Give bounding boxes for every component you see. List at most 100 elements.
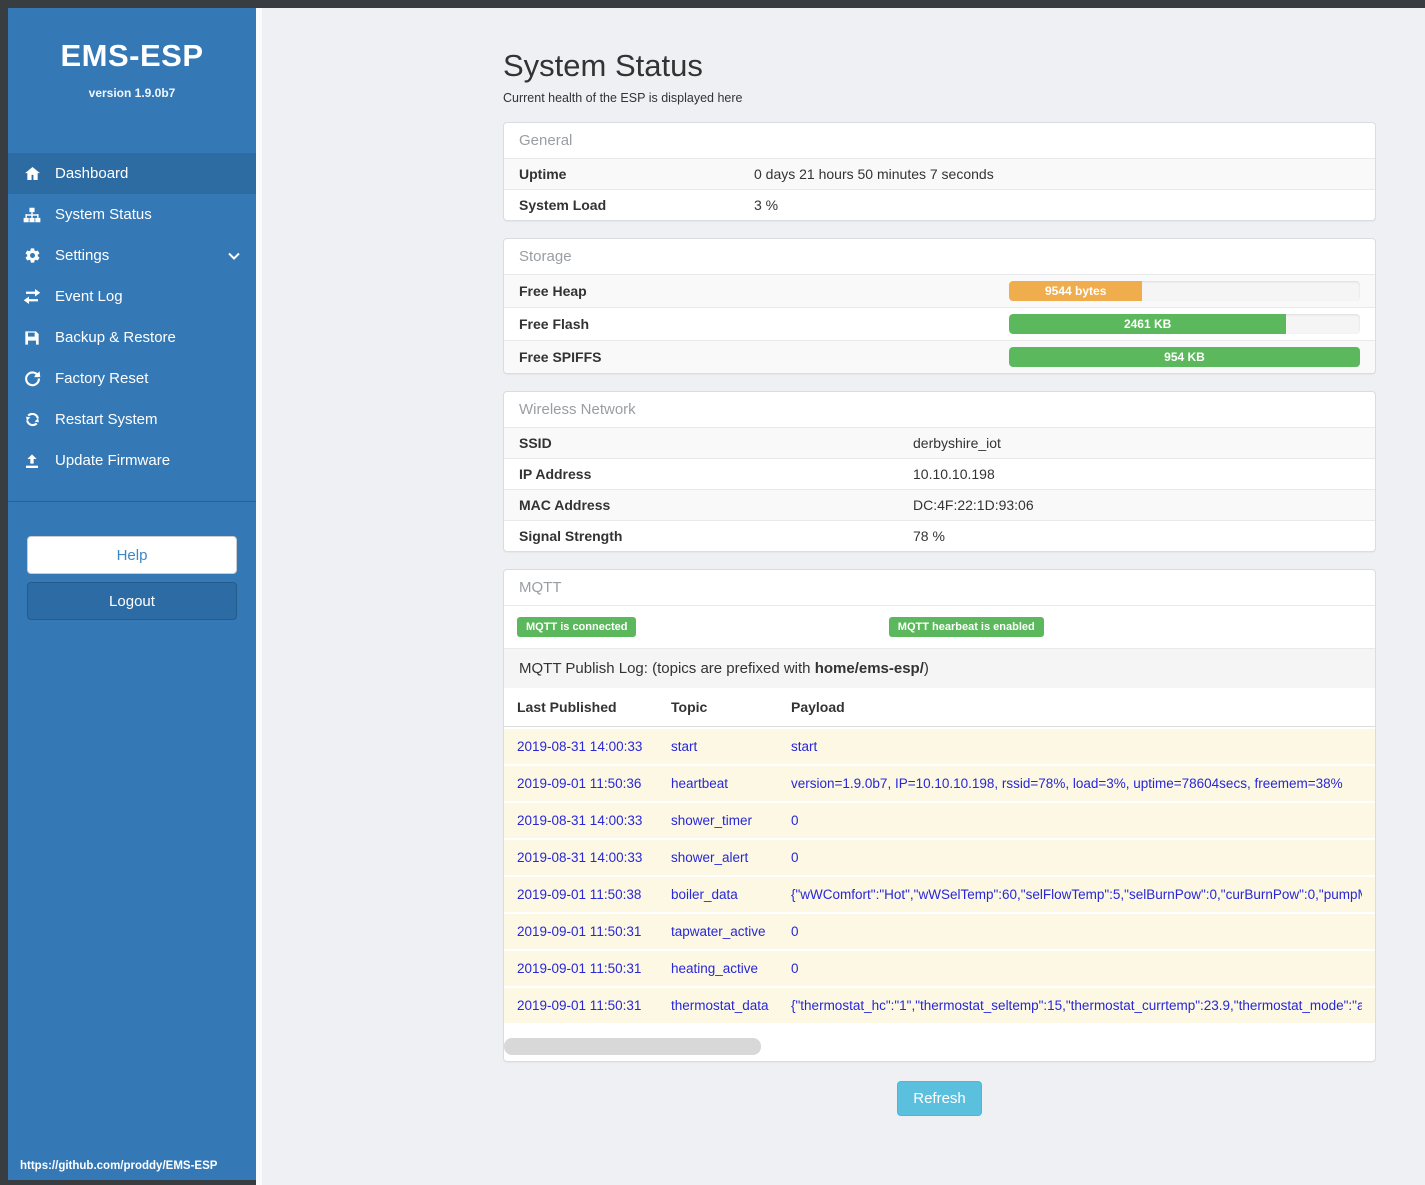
free-spiffs-value: 954 KB [1164, 350, 1205, 364]
log-date: 2019-09-01 11:50:31 [517, 961, 671, 976]
page-title: System Status [503, 48, 1376, 84]
sidebar-item-dashboard[interactable]: Dashboard [8, 153, 256, 194]
ems-esp-app: EMS-ESP version 1.9.0b7 Dashboard System… [0, 0, 1425, 1185]
log-date: 2019-09-01 11:50:38 [517, 887, 671, 902]
log-payload: {"thermostat_hc":"1","thermostat_seltemp… [791, 998, 1362, 1013]
table-row: 2019-08-31 14:00:33 shower_timer 0 [504, 803, 1375, 838]
free-flash-progressbar: 2461 KB [1009, 314, 1360, 334]
window-frame-left [0, 0, 8, 1185]
mqtt-badges-row: MQTT is connected MQTT hearbeat is enabl… [504, 605, 1375, 648]
log-payload: 0 [791, 850, 1362, 865]
free-spiffs-progressbar: 954 KB [1009, 347, 1360, 367]
sidebar-item-label: Restart System [55, 411, 158, 428]
free-spiffs-bar-fill: 954 KB [1009, 347, 1360, 367]
help-button[interactable]: Help [27, 536, 237, 574]
table-row: 2019-09-01 11:50:31 heating_active 0 [504, 951, 1375, 986]
app-title: EMS-ESP [8, 38, 256, 74]
publish-log-suffix: ) [924, 660, 929, 677]
sidebar-item-label: Update Firmware [55, 452, 170, 469]
log-payload: 0 [791, 813, 1362, 828]
mac-address-row: MAC Address DC:4F:22:1D:93:06 [504, 489, 1375, 520]
log-topic: shower_alert [671, 850, 791, 865]
sidebar-item-label: Settings [55, 247, 109, 264]
mqtt-heartbeat-badge: MQTT hearbeat is enabled [889, 617, 1044, 637]
rotate-right-icon [22, 370, 42, 388]
system-load-row: System Load 3 % [504, 189, 1375, 220]
sidebar-item-restart-system[interactable]: Restart System [8, 399, 256, 440]
free-flash-label: Free Flash [519, 316, 1009, 332]
table-row: 2019-09-01 11:50:31 thermostat_data {"th… [504, 988, 1375, 1023]
log-topic: shower_timer [671, 813, 791, 828]
free-heap-row: Free Heap 9544 bytes [504, 274, 1375, 307]
general-panel: General Uptime 0 days 21 hours 50 minute… [503, 122, 1376, 221]
publish-log-topic-prefix: home/ems-esp/ [815, 660, 924, 677]
horizontal-scrollbar[interactable] [504, 1038, 1375, 1055]
log-date: 2019-09-01 11:50:31 [517, 998, 671, 1013]
chevron-down-icon [228, 247, 240, 264]
col-header-topic: Topic [671, 699, 791, 715]
mqtt-heartbeat-cell: MQTT hearbeat is enabled [889, 617, 1261, 637]
log-topic: tapwater_active [671, 924, 791, 939]
signal-strength-value: 78 % [913, 528, 945, 544]
ssid-row: SSID derbyshire_iot [504, 427, 1375, 458]
log-date: 2019-08-31 14:00:33 [517, 850, 671, 865]
log-topic: heartbeat [671, 776, 791, 791]
free-flash-value: 2461 KB [1124, 317, 1171, 331]
logout-button[interactable]: Logout [27, 582, 237, 620]
github-link[interactable]: https://github.com/proddy/EMS-ESP [20, 1160, 217, 1172]
signal-strength-label: Signal Strength [519, 528, 913, 544]
uptime-label: Uptime [519, 166, 754, 182]
refresh-button[interactable]: Refresh [897, 1081, 982, 1116]
mqtt-panel-title: MQTT [504, 570, 1375, 605]
mac-address-value: DC:4F:22:1D:93:06 [913, 497, 1034, 513]
free-heap-progressbar: 9544 bytes [1009, 281, 1360, 301]
wireless-panel-title: Wireless Network [504, 392, 1375, 427]
mqtt-connected-badge: MQTT is connected [517, 617, 636, 637]
brand: EMS-ESP version 1.9.0b7 [8, 8, 256, 100]
table-row: 2019-09-01 11:50:36 heartbeat version=1.… [504, 766, 1375, 801]
log-topic: thermostat_data [671, 998, 791, 1013]
col-header-last-published: Last Published [517, 699, 671, 715]
gear-icon [22, 247, 42, 265]
log-payload: version=1.9.0b7, IP=10.10.10.198, rssid=… [791, 776, 1362, 791]
sidebar-item-update-firmware[interactable]: Update Firmware [8, 440, 256, 481]
ip-address-row: IP Address 10.10.10.198 [504, 458, 1375, 489]
sidebar-divider [8, 501, 256, 502]
storage-panel: Storage Free Heap 9544 bytes Free Flash … [503, 238, 1376, 374]
sidebar-item-label: Backup & Restore [55, 329, 176, 346]
uptime-row: Uptime 0 days 21 hours 50 minutes 7 seco… [504, 158, 1375, 189]
log-payload: start [791, 739, 1362, 754]
sidebar-item-event-log[interactable]: Event Log [8, 276, 256, 317]
free-spiffs-label: Free SPIFFS [519, 349, 1009, 365]
sidebar-item-system-status[interactable]: System Status [8, 194, 256, 235]
log-date: 2019-08-31 14:00:33 [517, 739, 671, 754]
system-load-value: 3 % [754, 197, 778, 213]
sidebar-item-label: Factory Reset [55, 370, 148, 387]
uptime-value: 0 days 21 hours 50 minutes 7 seconds [754, 166, 994, 182]
content: System Status Current health of the ESP … [503, 48, 1376, 1146]
sidebar-item-settings[interactable]: Settings [8, 235, 256, 276]
sidebar-item-factory-reset[interactable]: Factory Reset [8, 358, 256, 399]
mqtt-publish-log-header: MQTT Publish Log: (topics are prefixed w… [504, 648, 1375, 688]
storage-panel-title: Storage [504, 239, 1375, 274]
mqtt-connected-cell: MQTT is connected [517, 617, 889, 637]
log-date: 2019-09-01 11:50:31 [517, 924, 671, 939]
exchange-icon [22, 288, 42, 306]
scrollbar-thumb[interactable] [504, 1038, 761, 1055]
ip-address-label: IP Address [519, 466, 913, 482]
table-row: 2019-09-01 11:50:38 boiler_data {"wWComf… [504, 877, 1375, 912]
log-payload: 0 [791, 924, 1362, 939]
sidebar-nav: Dashboard System Status Settings [8, 153, 256, 481]
col-header-payload: Payload [791, 699, 1362, 715]
free-flash-bar-fill: 2461 KB [1009, 314, 1286, 334]
free-spiffs-row: Free SPIFFS 954 KB [504, 340, 1375, 373]
sidebar: EMS-ESP version 1.9.0b7 Dashboard System… [8, 8, 256, 1180]
free-heap-bar-fill: 9544 bytes [1009, 281, 1142, 301]
save-icon [22, 329, 42, 347]
table-row: 2019-08-31 14:00:33 shower_alert 0 [504, 840, 1375, 875]
general-panel-title: General [504, 123, 1375, 158]
mqtt-panel: MQTT MQTT is connected MQTT hearbeat is … [503, 569, 1376, 1062]
free-heap-label: Free Heap [519, 283, 1009, 299]
sidebar-item-backup-restore[interactable]: Backup & Restore [8, 317, 256, 358]
ssid-label: SSID [519, 435, 913, 451]
